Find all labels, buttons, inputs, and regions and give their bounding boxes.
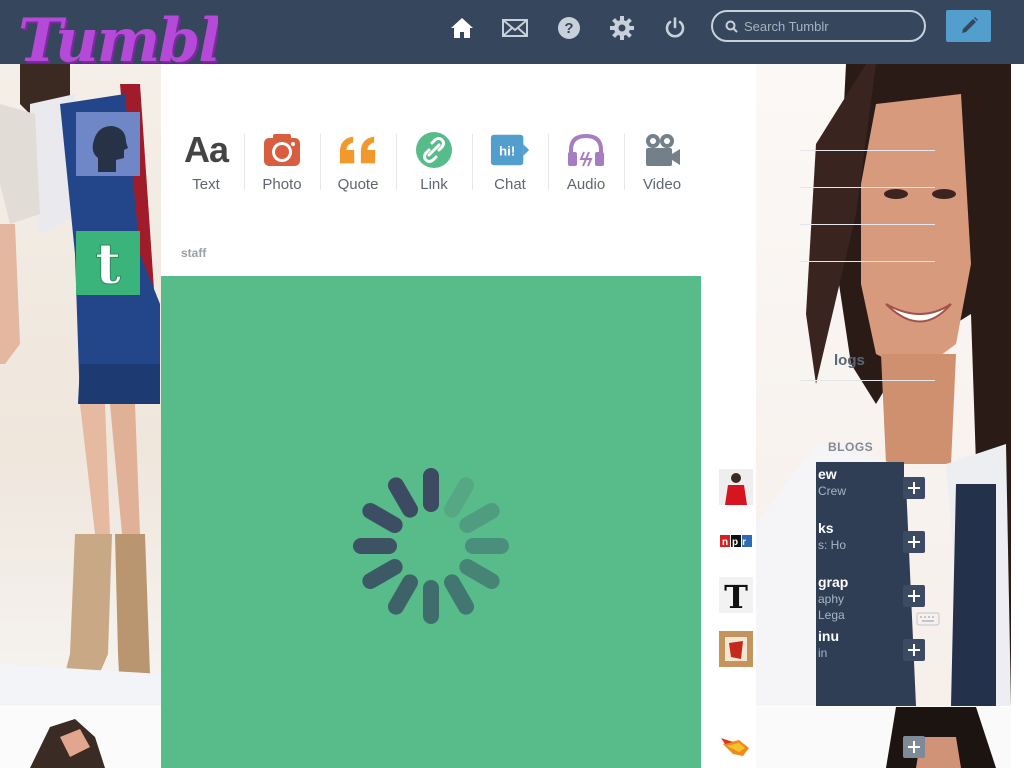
follow-button[interactable] [903, 477, 925, 499]
recommended-blog-subtitle: Crew [818, 484, 847, 498]
post-type-photo-button[interactable]: Photo [244, 122, 320, 202]
plus-icon [908, 482, 920, 494]
post-type-label: Link [420, 176, 448, 193]
search-input[interactable] [742, 17, 916, 35]
recommended-blog-subtitle: s: Ho [818, 538, 847, 552]
recommended-blog-avatar[interactable] [719, 469, 753, 505]
post-type-label: Photo [262, 176, 302, 193]
post-type-bar: Aa Text Photo Quote Link hi! Chat Audio … [168, 122, 700, 202]
sidebar-divider [800, 261, 935, 262]
chat-icon-text: hi! [499, 144, 515, 159]
plus-icon [908, 590, 920, 602]
post-type-label: Audio [566, 176, 606, 193]
follow-button[interactable] [903, 639, 925, 661]
svg-text:t: t [95, 231, 121, 295]
post-type-audio-button[interactable]: Audio [548, 122, 624, 202]
headphones-icon [566, 130, 606, 170]
sidebar-divider [800, 187, 935, 188]
recommended-blog-avatar[interactable]: T [719, 577, 753, 613]
keyboard-icon [916, 612, 940, 631]
sidebar-divider [800, 224, 935, 225]
sidebar-blogs-header[interactable]: logs [834, 352, 865, 369]
plus-icon [908, 536, 920, 548]
compose-button[interactable] [946, 10, 991, 42]
t-logo-text: T [724, 578, 748, 613]
power-icon[interactable] [662, 15, 688, 41]
recommended-blog-name: ew [818, 466, 837, 482]
pencil-icon [959, 16, 979, 36]
camera-icon [262, 130, 302, 170]
recommended-blog-subtitle-2: Lega [818, 608, 845, 622]
search-box[interactable] [711, 10, 926, 42]
recommended-blog-avatar[interactable] [719, 730, 753, 766]
post-type-link-button[interactable]: Link [396, 122, 472, 202]
recommended-blog-avatar[interactable]: npr [719, 523, 753, 559]
post-type-quote-button[interactable]: Quote [320, 122, 396, 202]
search-icon [725, 20, 738, 33]
post-author-name[interactable]: staff [181, 246, 206, 260]
chat-icon: hi! [490, 130, 530, 170]
home-icon[interactable] [449, 15, 475, 41]
recommended-blog-row[interactable]: ks s: Ho [816, 516, 904, 568]
video-camera-icon [642, 130, 682, 170]
link-icon [414, 130, 454, 170]
mail-icon[interactable] [502, 15, 528, 41]
follow-button[interactable] [903, 736, 925, 758]
recommended-blog-name: ks [818, 520, 834, 536]
plus-icon [908, 741, 920, 753]
post-type-label: Chat [494, 176, 526, 193]
follow-button[interactable] [903, 585, 925, 607]
recommended-blog-row[interactable]: ew Crew [816, 462, 904, 514]
text-icon: Aa [183, 129, 229, 170]
sidebar-divider [800, 150, 935, 151]
post-type-label: Text [192, 176, 220, 193]
quote-icon [338, 130, 378, 170]
tumblr-logo[interactable]: Tumblr [18, 2, 218, 64]
loading-spinner-icon [331, 446, 531, 651]
recommended-blog-subtitle: in [818, 646, 828, 660]
user-avatar[interactable] [76, 112, 140, 176]
top-navbar: Tumblr ? [0, 0, 1024, 64]
recommended-blog-name: inu [818, 628, 839, 644]
post-card [161, 276, 701, 768]
recommended-blog-subtitle: aphy [818, 592, 845, 606]
follow-button[interactable] [903, 531, 925, 553]
post-type-label: Video [642, 176, 682, 193]
recommended-blog-name: grap [818, 574, 849, 590]
background-photo-right-bottom [756, 707, 1011, 768]
post-type-chat-button[interactable]: hi! Chat [472, 122, 548, 202]
gear-icon[interactable] [609, 15, 635, 41]
post-type-video-button[interactable]: Video [624, 122, 700, 202]
svg-text:?: ? [564, 20, 573, 37]
plus-icon [908, 644, 920, 656]
help-icon[interactable]: ? [556, 15, 582, 41]
recommended-blog-avatar[interactable] [719, 631, 753, 667]
recommended-blog-row[interactable]: grap aphy Lega [816, 570, 904, 622]
post-type-label: Quote [337, 176, 379, 193]
post-type-text-button[interactable]: Aa Text [168, 122, 244, 202]
sidebar-divider [800, 380, 935, 381]
staff-avatar[interactable]: t [76, 231, 140, 295]
recommended-blog-row[interactable]: inu in [816, 624, 904, 676]
npr-logo-text: npr [722, 537, 750, 548]
recommended-blogs-header: BLOGS [828, 440, 874, 454]
background-photo-left-bottom [0, 707, 161, 768]
